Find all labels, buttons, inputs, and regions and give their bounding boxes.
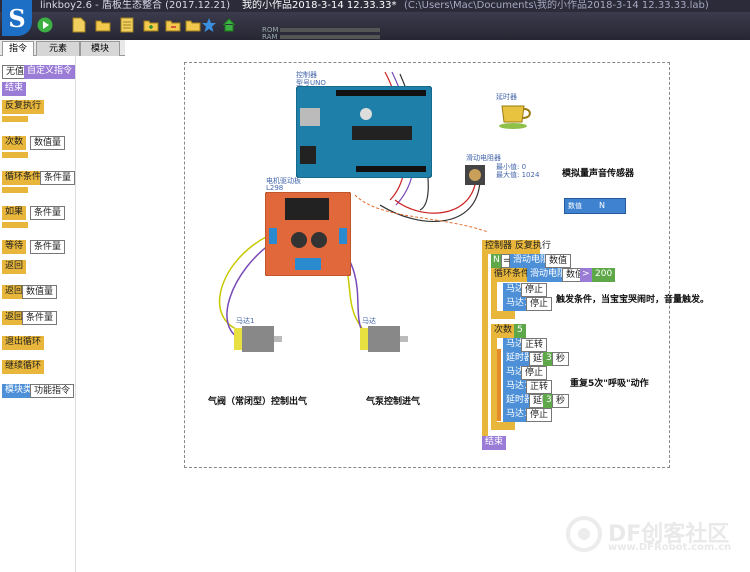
compare-gt: > — [580, 268, 592, 282]
program-repeat: 反复执行 — [514, 241, 551, 251]
stmt-motor-b-stop[interactable]: 停止 — [521, 366, 548, 380]
assign-value[interactable]: 数值 — [545, 254, 572, 268]
repeat-rail — [482, 254, 488, 438]
timer-cup-icon[interactable] — [498, 100, 534, 130]
dfrobot-logo-icon — [566, 516, 602, 552]
loop-foot — [491, 311, 515, 319]
data-variable[interactable]: 数值 N — [564, 198, 626, 214]
breath-caption: 重复5次"呼吸"动作 — [570, 379, 649, 389]
stmt-motor1-e-stop[interactable]: 停止 — [526, 408, 553, 422]
stmt-motor1-stop[interactable]: 停止 — [526, 297, 553, 311]
motor-1[interactable] — [234, 324, 284, 354]
valve-caption: 气阀（常闭型）控制出气 — [208, 397, 308, 407]
potentiometer-icon[interactable] — [464, 164, 486, 186]
program-end[interactable]: 结束 — [482, 436, 507, 450]
stmt-motor-a-fwd[interactable]: 正转 — [521, 338, 548, 352]
program-header[interactable]: 控制器 反复执行 — [482, 240, 551, 254]
watermark-url: www.DFRobot.com.cn — [608, 542, 732, 553]
motor-board-model: L298 — [266, 184, 284, 192]
pot-max: 最大值: 1024 — [496, 171, 540, 179]
breath-bracket — [497, 349, 501, 421]
motor-2[interactable] — [360, 324, 410, 354]
times-foot — [491, 422, 515, 430]
delay-a-unit: 秒 — [552, 352, 570, 366]
program-controller: 控制器 — [485, 241, 513, 251]
assign-eq: = — [501, 254, 511, 268]
arduino-board[interactable] — [295, 85, 433, 179]
var-n[interactable]: N — [491, 254, 501, 268]
stmt-motor1-c-fwd[interactable]: 正转 — [526, 380, 553, 394]
stmt-motor-stop[interactable]: 停止 — [521, 283, 548, 297]
sound-sensor-title: 模拟量声音传感器 — [562, 169, 635, 179]
delay-d-unit: 秒 — [552, 394, 570, 408]
motor-driver-board[interactable] — [264, 191, 352, 277]
data-variable-name: N — [599, 201, 605, 210]
trigger-caption: 触发条件，当宝宝哭闹时，音量触发。 — [556, 295, 710, 305]
threshold-value[interactable]: 200 — [592, 268, 616, 282]
pump-caption: 气泵控制进气 — [366, 397, 421, 407]
times-block[interactable]: 次数 — [491, 324, 516, 338]
data-variable-label: 数值 — [568, 202, 582, 210]
times-value[interactable]: 5 — [514, 324, 526, 338]
